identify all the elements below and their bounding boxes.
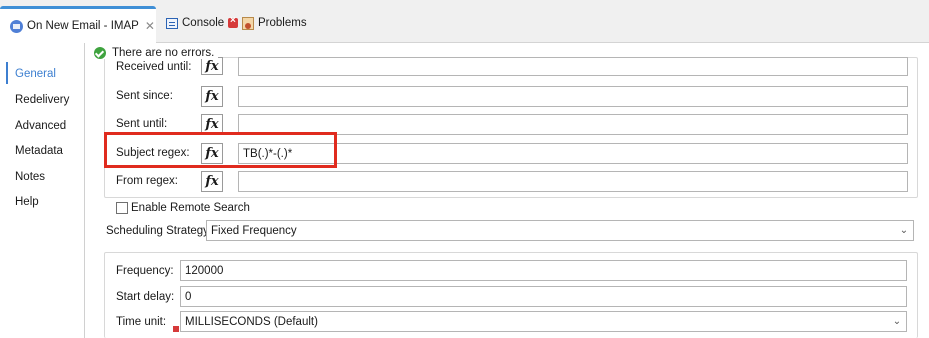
sidebar-item-redelivery[interactable]: Redelivery xyxy=(15,94,69,106)
tab-label: Console xyxy=(182,17,225,29)
received-until-input[interactable] xyxy=(238,57,908,76)
subject-regex-input[interactable]: TB(.)*-(.)* xyxy=(238,143,908,164)
chevron-down-icon: ⌄ xyxy=(892,316,902,327)
time-unit-label: Time unit: xyxy=(116,316,167,328)
scheduling-strategy-select[interactable]: Fixed Frequency ⌄ xyxy=(206,220,914,241)
error-marker-icon xyxy=(173,326,179,332)
enable-remote-search-checkbox[interactable] xyxy=(116,202,128,214)
tab-console[interactable]: Console xyxy=(166,6,224,40)
console-icon xyxy=(166,17,178,29)
time-unit-value: MILLISECONDS (Default) xyxy=(185,315,318,328)
frequency-label: Frequency: xyxy=(116,265,174,277)
sent-since-input[interactable] xyxy=(238,86,908,107)
scheduling-strategy-label: Scheduling Strategy xyxy=(106,225,209,237)
from-regex-label: From regex: xyxy=(116,175,178,187)
from-regex-input[interactable] xyxy=(238,171,908,192)
mail-icon xyxy=(10,19,23,33)
close-icon[interactable]: ✕ xyxy=(145,19,155,33)
sidebar-item-general[interactable]: General xyxy=(15,68,56,80)
subject-regex-highlight xyxy=(104,132,337,168)
sidebar-item-notes[interactable]: Notes xyxy=(15,171,45,183)
status-text: There are no errors. xyxy=(112,47,215,59)
tab-on-new-email-imap[interactable]: On New Email - IMAP ✕ xyxy=(0,6,156,43)
received-until-fx-button[interactable]: fx xyxy=(201,57,223,75)
start-delay-label: Start delay: xyxy=(116,291,175,303)
error-icon xyxy=(228,15,238,28)
received-until-label: Received until: xyxy=(116,61,192,73)
from-regex-fx-button[interactable]: fx xyxy=(201,171,223,192)
sidebar: General Redelivery Advanced Metadata Not… xyxy=(0,43,85,338)
sent-until-input[interactable] xyxy=(238,114,908,135)
tab-problems[interactable]: Problems xyxy=(228,6,307,40)
tab-label: Problems xyxy=(258,17,307,29)
check-circle-icon xyxy=(94,47,106,59)
chevron-down-icon: ⌄ xyxy=(899,225,909,236)
problems-icon xyxy=(242,16,254,30)
enable-remote-search-label: Enable Remote Search xyxy=(131,202,250,214)
sent-since-label: Sent since: xyxy=(116,90,173,102)
sent-since-fx-button[interactable]: fx xyxy=(201,86,223,107)
frequency-input[interactable]: 120000 xyxy=(180,260,907,281)
sidebar-active-indicator xyxy=(6,62,8,84)
sidebar-item-advanced[interactable]: Advanced xyxy=(15,120,66,132)
status-message: There are no errors. xyxy=(94,47,219,59)
start-delay-input[interactable]: 0 xyxy=(180,286,907,307)
scheduling-strategy-value: Fixed Frequency xyxy=(211,224,297,237)
editor-tab-bar: On New Email - IMAP ✕ Console Problems xyxy=(0,0,929,43)
time-unit-select[interactable]: MILLISECONDS (Default) ⌄ xyxy=(180,311,907,332)
sidebar-item-help[interactable]: Help xyxy=(15,196,39,208)
general-panel: Received until: fx There are no errors. … xyxy=(86,43,929,338)
sent-until-label: Sent until: xyxy=(116,118,168,130)
tab-label: On New Email - IMAP xyxy=(27,20,139,32)
sidebar-item-metadata[interactable]: Metadata xyxy=(15,145,63,157)
